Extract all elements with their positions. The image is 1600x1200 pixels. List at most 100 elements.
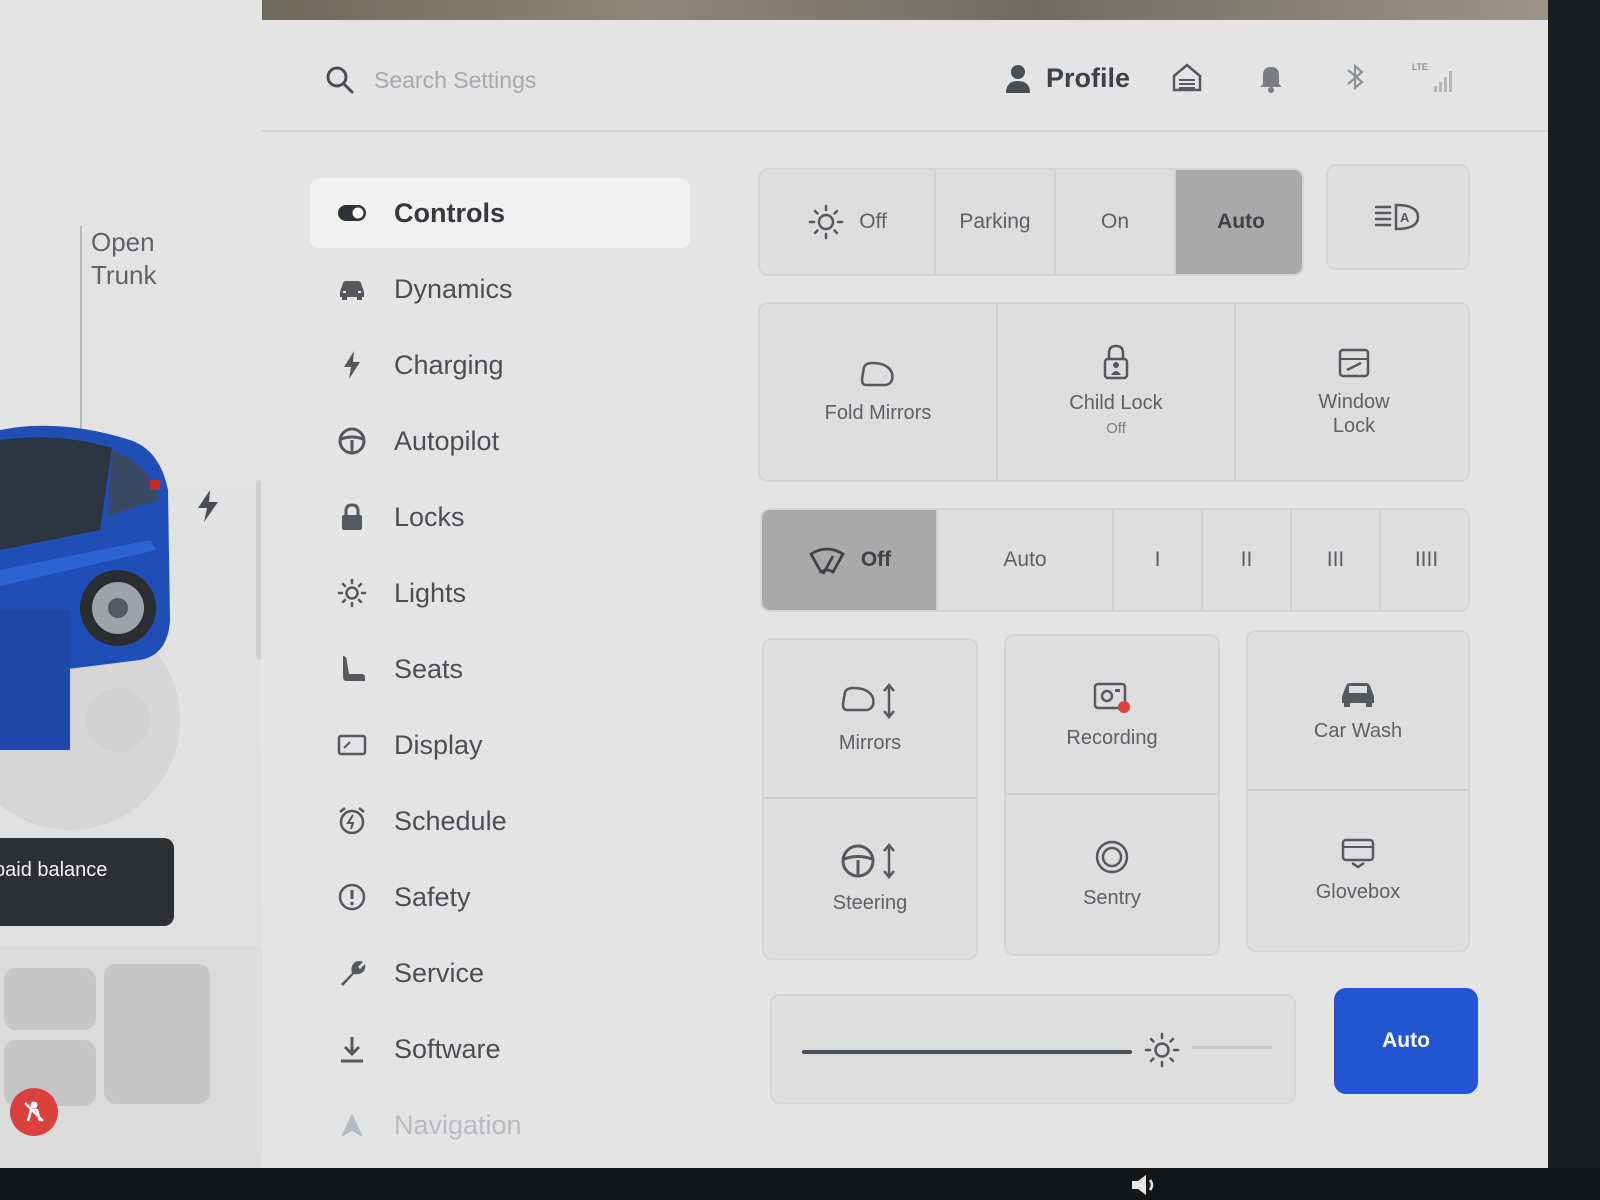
- profile-button[interactable]: Profile: [1004, 56, 1130, 100]
- car-icon: [336, 273, 368, 305]
- car-wash-label: Car Wash: [1313, 720, 1403, 742]
- fold-mirrors-label: Fold Mirrors: [824, 402, 932, 424]
- settings-topbar: Profile LTE: [262, 20, 1548, 132]
- sidebar-item-label: Safety: [394, 881, 471, 912]
- recording-sentry-tile: Recording Sentry: [1004, 634, 1220, 956]
- window-lock-icon: [1338, 348, 1370, 378]
- open-trunk-button[interactable]: Open Trunk: [91, 226, 157, 292]
- window-lock-button[interactable]: Window Lock: [1236, 304, 1468, 480]
- window-lock-label: Window Lock: [1318, 391, 1390, 437]
- settings-sidebar: Controls Dynamics Charging Autopilot Loc…: [310, 178, 690, 1166]
- wiper-speed-3-option[interactable]: III: [1292, 510, 1381, 610]
- sidebar-item-service[interactable]: Service: [310, 938, 690, 1008]
- steering-wheel-icon: [336, 425, 368, 457]
- headlight-auto-option[interactable]: Auto: [1176, 170, 1302, 274]
- wiper-off-option[interactable]: Off: [762, 510, 938, 610]
- auto-high-beam-button[interactable]: A: [1326, 164, 1470, 270]
- wiper-icon: [808, 547, 845, 575]
- display-brightness-control: [770, 994, 1296, 1104]
- search-settings-input[interactable]: [374, 60, 794, 100]
- sidebar-item-dynamics[interactable]: Dynamics: [310, 254, 690, 324]
- car-wash-icon: [1342, 683, 1374, 707]
- sentry-mode-button[interactable]: Sentry: [1006, 795, 1218, 954]
- wiper-speed-4-option[interactable]: IIII: [1381, 510, 1468, 610]
- alarm-clock-icon: [336, 805, 368, 837]
- headlight-on-option[interactable]: On: [1056, 170, 1176, 274]
- wiper-speed-4-label: IIII: [1414, 548, 1439, 571]
- wrench-icon: [336, 957, 368, 989]
- child-lock-label: Child Lock: [1069, 392, 1163, 414]
- sidebar-item-label: Software: [394, 1033, 501, 1064]
- wiper-auto-option[interactable]: Auto: [938, 510, 1114, 610]
- sidebar-item-seats[interactable]: Seats: [310, 634, 690, 704]
- steering-adjust-icon: [841, 843, 895, 879]
- wiper-speed-3-label: III: [1326, 548, 1345, 571]
- child-lock-button[interactable]: Child Lock Off: [998, 304, 1236, 480]
- headlight-parking-option[interactable]: Parking: [936, 170, 1056, 274]
- brightness-sun-icon[interactable]: [1142, 1030, 1182, 1070]
- notification-bell-icon[interactable]: [1254, 60, 1288, 94]
- sun-icon: [336, 577, 368, 609]
- sidebar-item-charging[interactable]: Charging: [310, 330, 690, 400]
- wiper-speed-2-option[interactable]: II: [1203, 510, 1292, 610]
- fold-mirrors-button[interactable]: Fold Mirrors: [760, 304, 998, 480]
- sidebar-item-display[interactable]: Display: [310, 710, 690, 780]
- brightness-slider-track[interactable]: [1192, 1046, 1272, 1049]
- download-icon: [336, 1033, 368, 1065]
- sentry-label: Sentry: [1083, 887, 1141, 909]
- brightness-slider-fill[interactable]: [802, 1050, 1132, 1054]
- steering-label: Steering: [832, 892, 908, 914]
- toggle-icon: [336, 197, 368, 229]
- headlight-off-option[interactable]: Off: [760, 170, 936, 274]
- sidebar-item-label: Autopilot: [394, 425, 500, 456]
- steering-adjust-button[interactable]: Steering: [764, 799, 976, 958]
- bottom-taskbar: [0, 1168, 1600, 1200]
- mirror-lock-row: Fold Mirrors Child Lock Off Window Lock: [758, 302, 1470, 482]
- mirror-adjust-icon: [841, 683, 895, 719]
- wiper-speed-selector: Off Auto I II III IIII: [760, 508, 1470, 612]
- profile-label: Profile: [1046, 62, 1131, 93]
- car-wash-button[interactable]: Car Wash: [1248, 632, 1468, 791]
- sidebar-item-locks[interactable]: Locks: [310, 482, 690, 552]
- mirrors-adjust-button[interactable]: Mirrors: [764, 640, 976, 799]
- sidebar-item-label: Locks: [394, 501, 465, 532]
- recording-label: Recording: [1066, 727, 1158, 749]
- sidebar-item-software[interactable]: Software: [310, 1014, 690, 1084]
- glovebox-label: Glovebox: [1315, 881, 1401, 903]
- sidebar-item-controls[interactable]: Controls: [310, 178, 690, 248]
- bolt-icon: [336, 349, 368, 381]
- sidebar-item-safety[interactable]: Safety: [310, 862, 690, 932]
- unpaid-balance-notice[interactable]: paid balance: [0, 838, 174, 926]
- bluetooth-icon[interactable]: [1338, 60, 1372, 94]
- wiper-auto-label: Auto: [1003, 548, 1047, 571]
- seat-icon: [336, 653, 368, 685]
- trunk-indicator-line: [80, 226, 82, 436]
- seatbelt-warning-icon: [10, 1088, 58, 1136]
- dashcam-recording-button[interactable]: Recording: [1006, 636, 1218, 795]
- auto-high-beam-icon: A: [1374, 203, 1420, 231]
- sidebar-item-label: Charging: [394, 349, 504, 380]
- panel-divider-handle[interactable]: [256, 480, 261, 660]
- wiper-speed-2-label: II: [1240, 548, 1253, 571]
- alert-circle-icon: [336, 881, 368, 913]
- display-icon: [336, 729, 368, 761]
- rear-bench: [104, 964, 210, 1104]
- auto-brightness-button[interactable]: Auto: [1334, 988, 1478, 1094]
- svg-text:A: A: [1400, 210, 1410, 225]
- home-garage-icon[interactable]: [1170, 60, 1204, 94]
- wiper-speed-1-option[interactable]: I: [1114, 510, 1203, 610]
- vehicle-panel: Open Trunk paid balance: [0, 0, 266, 1168]
- sidebar-item-schedule[interactable]: Schedule: [310, 786, 690, 856]
- headlight-mode-selector: Off Parking On Auto: [758, 168, 1304, 276]
- sun-icon: [808, 204, 844, 240]
- charge-port-bolt-icon[interactable]: [196, 490, 220, 522]
- glovebox-button[interactable]: Glovebox: [1248, 791, 1468, 950]
- sidebar-item-autopilot[interactable]: Autopilot: [310, 406, 690, 476]
- sidebar-item-lights[interactable]: Lights: [310, 558, 690, 628]
- car-render: [0, 425, 180, 830]
- sidebar-item-navigation[interactable]: Navigation: [310, 1090, 690, 1160]
- search-icon: [326, 66, 354, 94]
- sentry-eye-icon: [1095, 840, 1129, 874]
- profile-person-icon: [1006, 65, 1030, 93]
- volume-icon[interactable]: [1128, 1172, 1164, 1198]
